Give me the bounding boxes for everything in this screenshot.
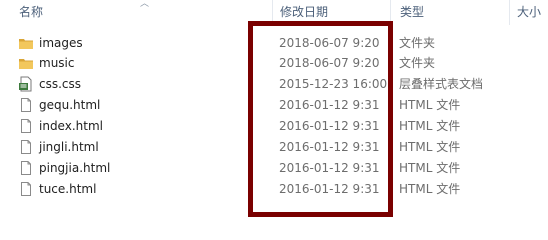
file-type: HTML 文件 xyxy=(399,161,461,175)
folder-icon xyxy=(19,39,33,49)
html-file-icon xyxy=(21,161,31,175)
column-divider[interactable] xyxy=(509,0,510,25)
file-type: 文件夹 xyxy=(399,56,436,70)
file-name: tuce.html xyxy=(39,182,97,196)
file-type: HTML 文件 xyxy=(399,140,461,154)
folder-icon xyxy=(19,59,33,69)
html-file-icon xyxy=(21,98,31,112)
html-file-icon xyxy=(21,182,31,196)
file-type: HTML 文件 xyxy=(399,98,461,112)
file-name: gequ.html xyxy=(39,98,101,112)
file-type: 层叠样式表文档 xyxy=(399,77,484,91)
file-name: css.css xyxy=(39,77,82,91)
file-name: index.html xyxy=(39,119,103,133)
file-type: HTML 文件 xyxy=(399,182,461,196)
file-type: HTML 文件 xyxy=(399,119,461,133)
html-file-icon xyxy=(21,119,31,133)
column-header-size[interactable]: 大小 xyxy=(517,0,541,25)
file-type: 文件夹 xyxy=(399,36,436,50)
file-name: pingjia.html xyxy=(39,161,111,175)
sort-arrow-icon: ︿ xyxy=(140,0,150,9)
file-name: music xyxy=(39,56,75,70)
date-column-highlight-box xyxy=(248,21,393,217)
column-header-type[interactable]: 类型 xyxy=(400,0,424,25)
css-file-icon xyxy=(19,76,32,92)
file-name: jingli.html xyxy=(39,140,99,154)
column-header-name[interactable]: 名称 xyxy=(19,0,43,25)
html-file-icon xyxy=(21,140,31,154)
file-name: images xyxy=(39,36,83,50)
